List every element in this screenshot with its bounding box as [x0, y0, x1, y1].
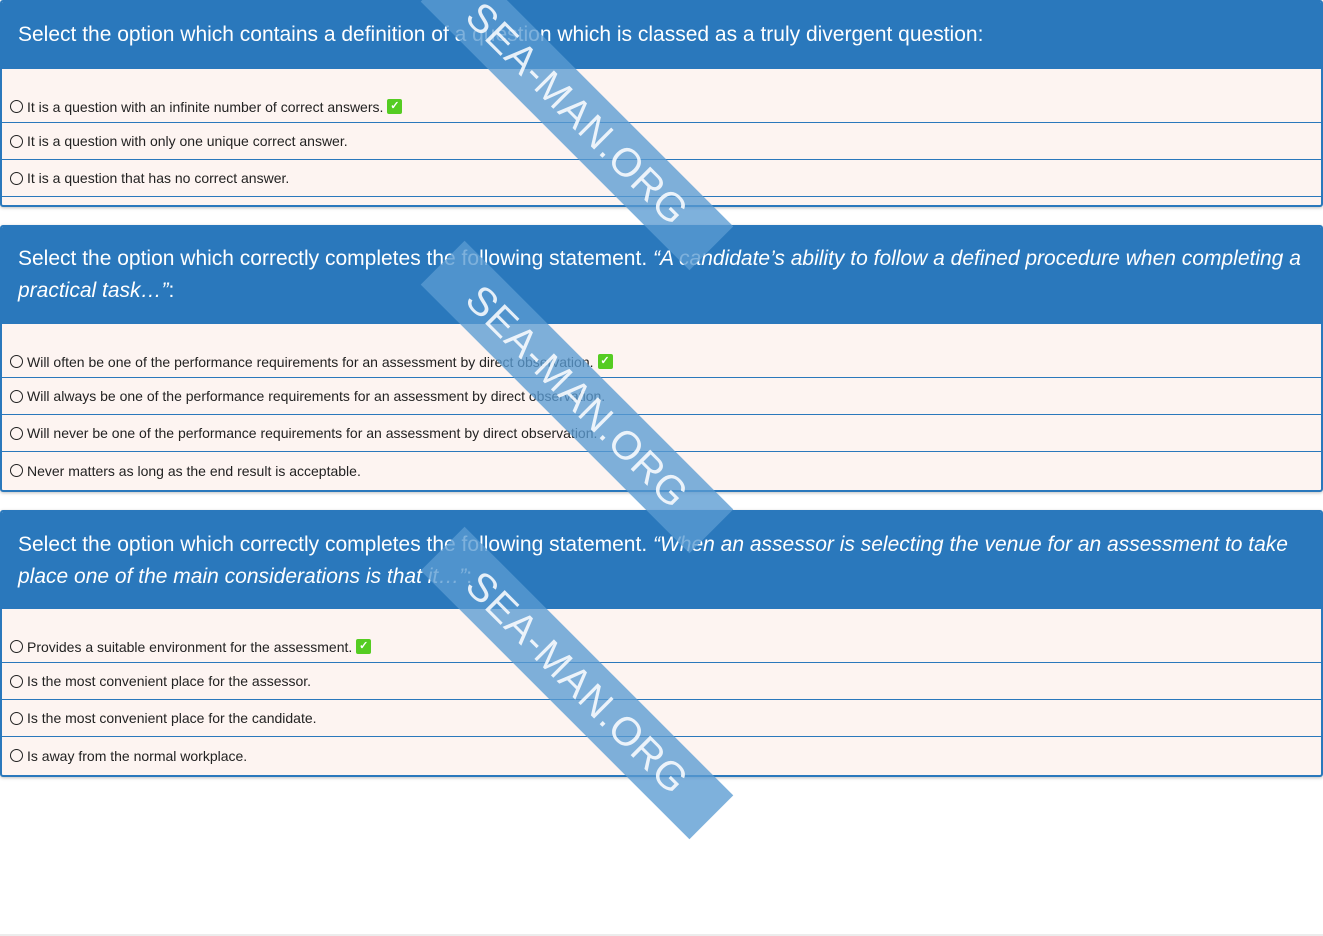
option-row[interactable]: Provides a suitable environment for the …: [2, 625, 1321, 663]
option-label: Is the most convenient place for the ass…: [27, 673, 312, 689]
option-row[interactable]: It is a question that has no correct ans…: [2, 160, 1321, 197]
question-text-tail: :: [168, 279, 175, 302]
option-row[interactable]: Is the most convenient place for the can…: [2, 700, 1321, 737]
option-label: Never matters as long as the end result …: [27, 462, 361, 479]
checkmark-icon: ✓: [387, 99, 403, 114]
question-card-1: Select the option which contains a defin…: [0, 0, 1323, 207]
question-prompt: Select the option which correctly comple…: [2, 512, 1321, 609]
option-row[interactable]: Will often be one of the performance req…: [2, 340, 1321, 378]
option-label: It is a question with only one unique co…: [27, 133, 348, 149]
radio-empty-icon[interactable]: [10, 171, 23, 185]
option-row[interactable]: Never matters as long as the end result …: [2, 452, 1321, 489]
option-label: It is a question with an infinite number…: [27, 98, 384, 115]
option-label: Will often be one of the performance req…: [27, 353, 594, 370]
option-row[interactable]: Will always be one of the performance re…: [2, 378, 1321, 415]
checkmark-icon: ✓: [356, 639, 372, 654]
option-label: Will never be one of the performance req…: [27, 425, 598, 441]
option-label: Is away from the normal workplace.: [27, 747, 248, 764]
option-row[interactable]: Will never be one of the performance req…: [2, 415, 1321, 452]
radio-empty-icon[interactable]: [10, 464, 23, 477]
radio-empty-icon[interactable]: [10, 389, 23, 403]
option-row[interactable]: Is the most convenient place for the ass…: [2, 663, 1321, 700]
radio-empty-icon[interactable]: [10, 749, 23, 762]
option-label: Will always be one of the performance re…: [27, 388, 606, 404]
radio-empty-icon[interactable]: [10, 134, 23, 148]
options-list: It is a question with an infinite number…: [2, 69, 1321, 197]
question-prompt: Select the option which correctly comple…: [2, 227, 1321, 324]
question-text-lead: Select the option which correctly comple…: [18, 247, 653, 270]
question-text-lead: Select the option which correctly comple…: [18, 533, 653, 556]
options-list: Provides a suitable environment for the …: [2, 609, 1321, 774]
radio-empty-icon[interactable]: [10, 100, 23, 113]
option-label: Provides a suitable environment for the …: [27, 638, 353, 655]
option-row[interactable]: It is a question with only one unique co…: [2, 123, 1321, 160]
option-row[interactable]: It is a question with an infinite number…: [2, 85, 1321, 123]
question-card-2: Select the option which correctly comple…: [0, 225, 1323, 492]
radio-empty-icon[interactable]: [10, 674, 23, 688]
radio-empty-icon[interactable]: [10, 426, 23, 440]
option-label: It is a question that has no correct ans…: [27, 170, 290, 186]
question-card-3: Select the option which correctly comple…: [0, 510, 1323, 777]
radio-empty-icon[interactable]: [10, 640, 23, 653]
question-text: Select the option which contains a defin…: [18, 23, 984, 46]
question-prompt: Select the option which contains a defin…: [2, 2, 1321, 69]
radio-empty-icon[interactable]: [10, 355, 23, 368]
quiz-page: Select the option which contains a defin…: [0, 0, 1323, 936]
option-label: Is the most convenient place for the can…: [27, 710, 317, 726]
radio-empty-icon[interactable]: [10, 711, 23, 725]
options-list: Will often be one of the performance req…: [2, 324, 1321, 489]
question-text-tail: :: [466, 565, 473, 588]
option-row[interactable]: Is away from the normal workplace.: [2, 737, 1321, 774]
checkmark-icon: ✓: [597, 354, 613, 369]
